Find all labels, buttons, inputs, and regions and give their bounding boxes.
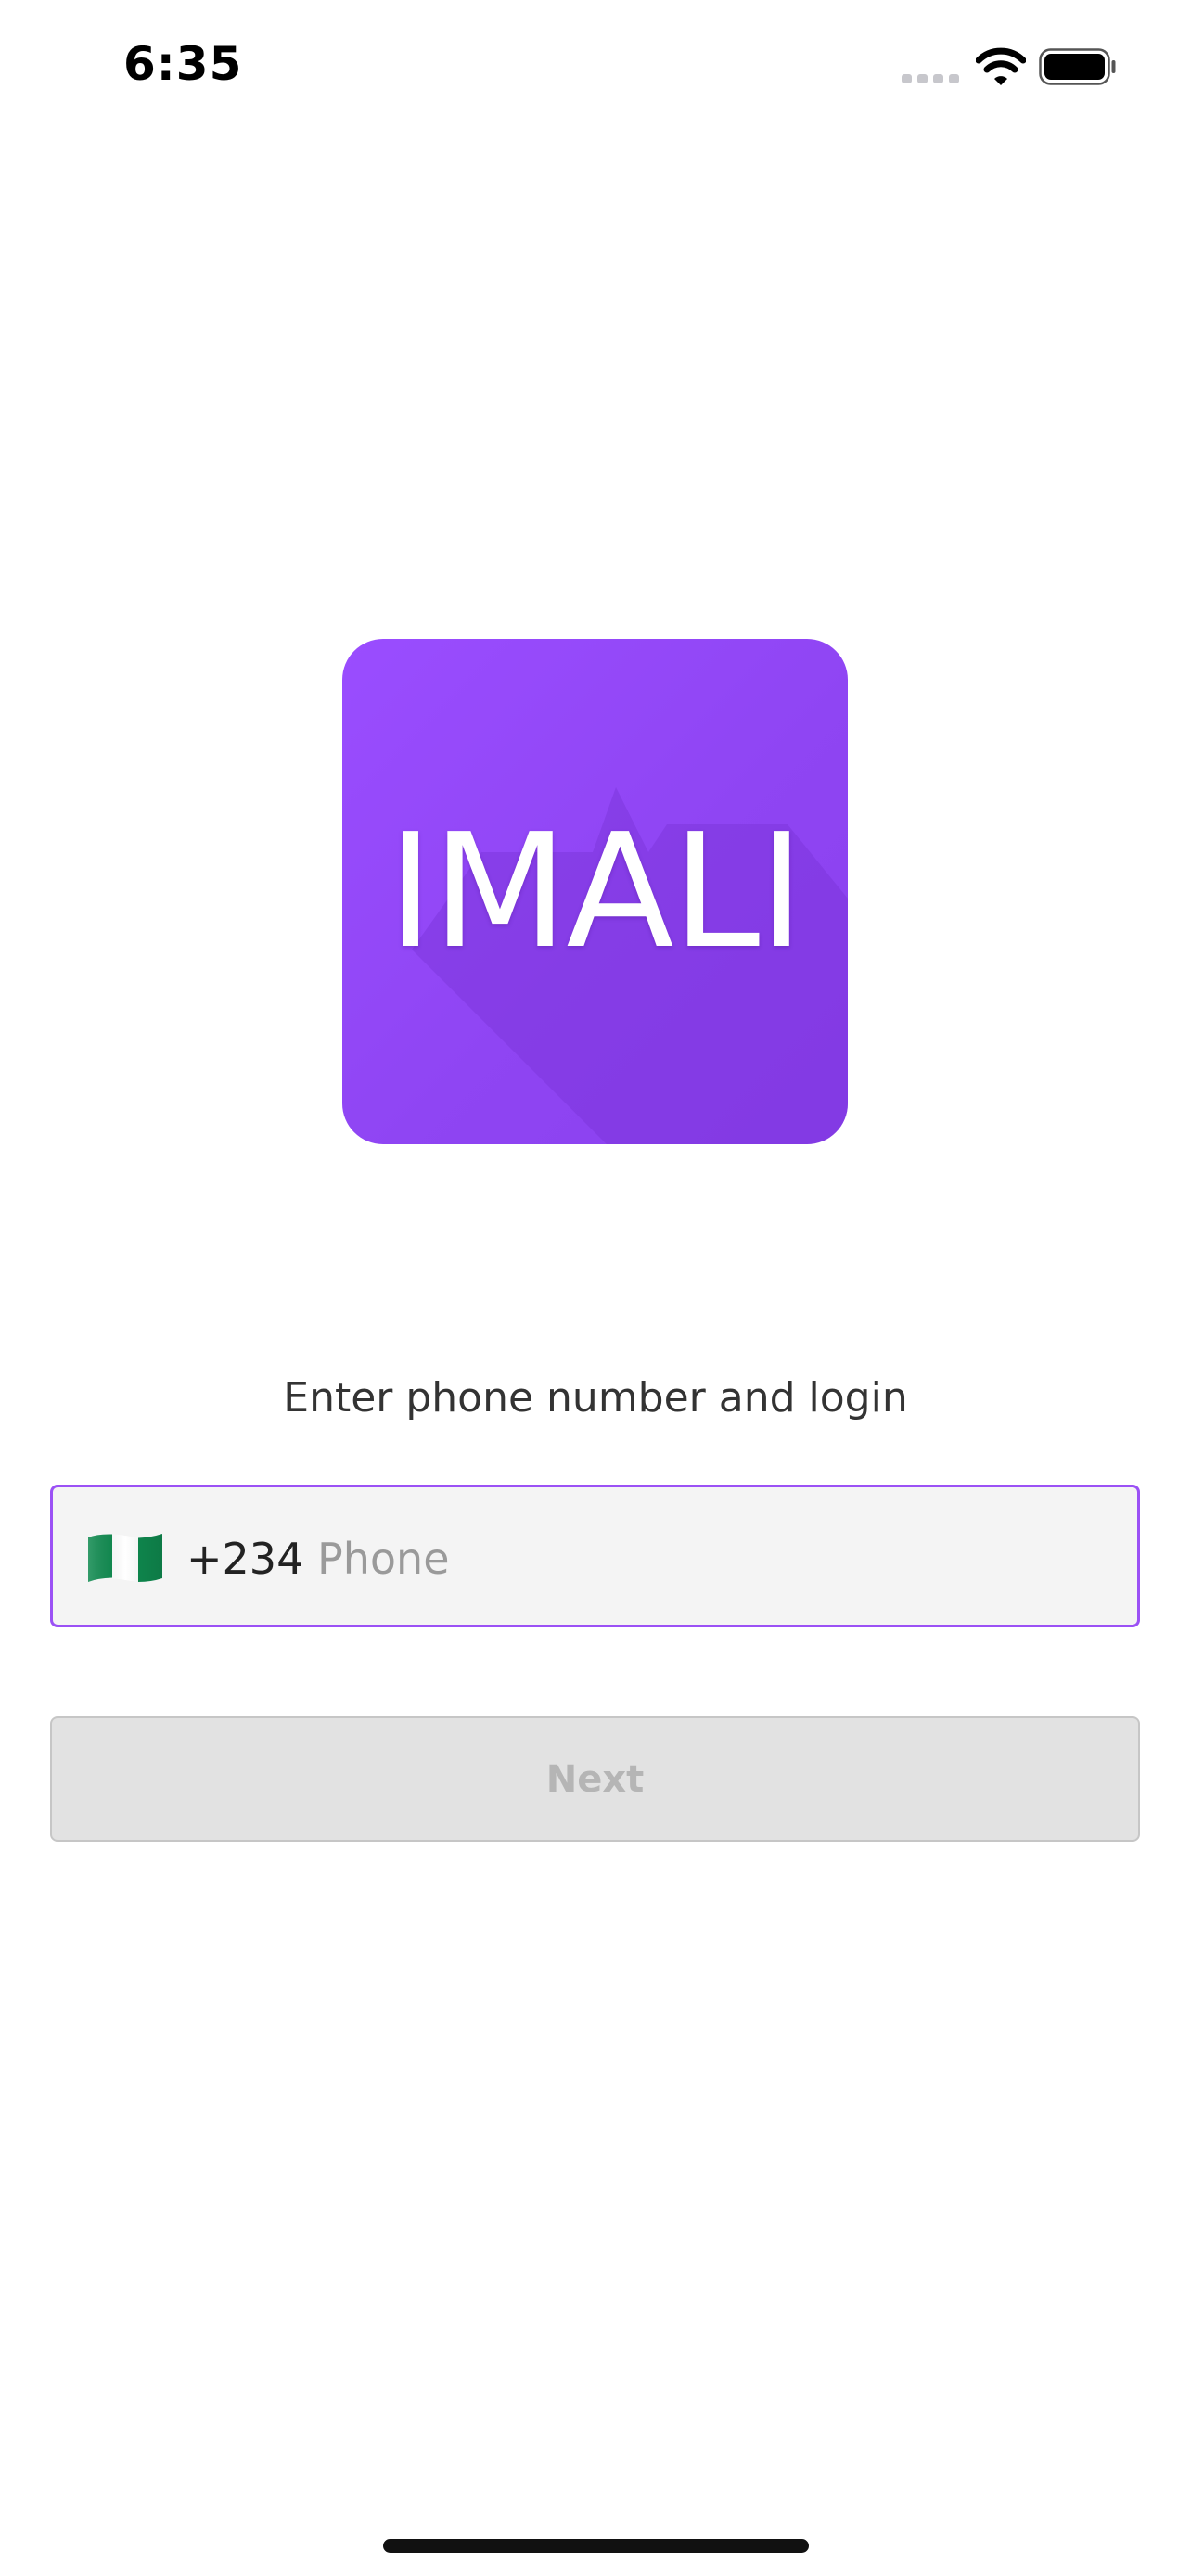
- dial-code[interactable]: +234: [186, 1534, 303, 1584]
- phone-input[interactable]: [317, 1519, 1115, 1599]
- status-time: 6:35: [123, 37, 243, 91]
- status-bar: 6:35: [0, 0, 1191, 139]
- signal-icon: [902, 74, 959, 85]
- phone-field[interactable]: +234: [50, 1485, 1140, 1627]
- login-prompt: Enter phone number and login: [283, 1374, 908, 1422]
- wifi-icon: [976, 47, 1026, 85]
- home-indicator: [383, 2539, 809, 2553]
- app-logo: IMALI: [342, 639, 848, 1144]
- logo-text: IMALI: [387, 799, 805, 984]
- next-button[interactable]: Next: [50, 1716, 1140, 1842]
- battery-icon: [1039, 48, 1116, 85]
- nigeria-flag-icon[interactable]: [86, 1530, 164, 1586]
